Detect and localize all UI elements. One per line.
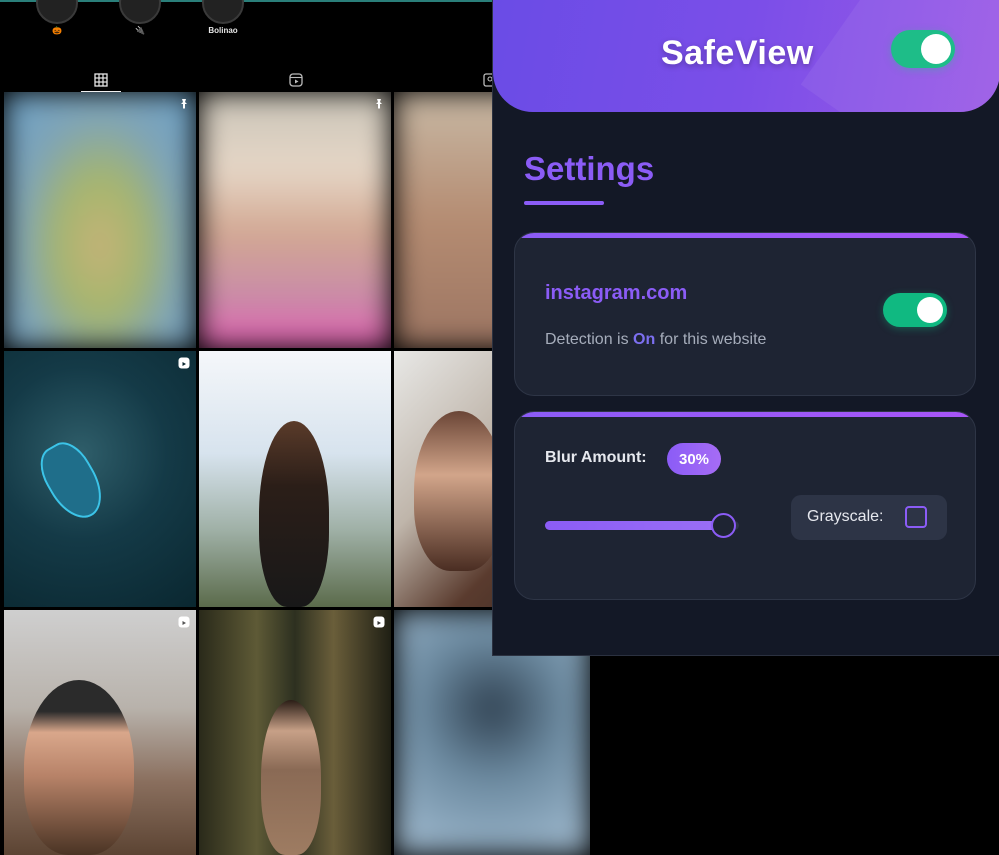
site-card: instagram.com Detection is On for this w… bbox=[514, 232, 976, 396]
toggle-knob bbox=[917, 297, 943, 323]
post-tile[interactable] bbox=[4, 610, 196, 855]
post-tile[interactable] bbox=[199, 92, 391, 348]
reels-icon bbox=[289, 73, 303, 87]
post-image bbox=[4, 351, 196, 607]
reel-badge-icon bbox=[178, 616, 190, 628]
popup-header: SafeView bbox=[493, 0, 999, 112]
detection-suffix: for this website bbox=[659, 331, 767, 348]
post-image-blurred bbox=[4, 92, 196, 348]
blur-amount-badge: 30% bbox=[667, 443, 721, 475]
pin-icon bbox=[376, 99, 382, 109]
post-tile[interactable] bbox=[4, 92, 196, 348]
screen: 🎃 🔌 Bolinao SafeView Settings instagram.… bbox=[0, 0, 999, 855]
blur-slider-fill bbox=[545, 521, 724, 530]
reel-badge-icon bbox=[178, 357, 190, 369]
post-tile[interactable] bbox=[199, 351, 391, 607]
grayscale-label: Grayscale: bbox=[807, 508, 884, 525]
highlight-item[interactable]: 🎃 bbox=[34, 0, 80, 35]
photo-subject bbox=[261, 700, 321, 855]
site-name: instagram.com bbox=[545, 282, 688, 304]
tab-posts[interactable] bbox=[81, 68, 121, 92]
pin-icon bbox=[181, 99, 187, 109]
grid-icon bbox=[94, 72, 108, 87]
highlight-item[interactable]: Bolinao bbox=[200, 0, 246, 35]
highlight-avatar bbox=[119, 0, 161, 24]
highlight-label: 🎃 bbox=[52, 26, 62, 35]
toggle-knob bbox=[921, 34, 951, 64]
post-image-blurred bbox=[199, 92, 391, 348]
photo-subject bbox=[259, 421, 329, 607]
blur-slider-track[interactable] bbox=[545, 521, 739, 530]
global-enable-toggle[interactable] bbox=[891, 30, 955, 68]
grayscale-option[interactable]: Grayscale: bbox=[791, 495, 947, 540]
detection-status: Detection is On for this website bbox=[545, 331, 766, 349]
app-title: SafeView bbox=[661, 34, 814, 72]
heading-underline bbox=[524, 201, 604, 205]
photo-subject bbox=[414, 411, 504, 571]
blur-slider-thumb[interactable] bbox=[711, 513, 737, 538]
photo-subject bbox=[24, 680, 134, 855]
reel-badge-icon bbox=[373, 616, 385, 628]
settings-heading: Settings bbox=[524, 150, 655, 187]
highlight-avatar bbox=[36, 0, 78, 24]
post-tile[interactable] bbox=[4, 351, 196, 607]
blur-settings-card: Blur Amount: 30% Grayscale: bbox=[514, 411, 976, 600]
highlight-label: 🔌 bbox=[135, 26, 145, 35]
detection-state: On bbox=[633, 331, 656, 348]
site-detection-toggle[interactable] bbox=[883, 293, 947, 327]
highlight-avatar bbox=[202, 0, 244, 24]
tab-reels[interactable] bbox=[276, 68, 316, 92]
safeview-popup: SafeView Settings instagram.com Detectio… bbox=[492, 0, 999, 656]
grayscale-checkbox[interactable] bbox=[905, 506, 927, 528]
post-tile[interactable] bbox=[199, 610, 391, 855]
blur-amount-label: Blur Amount: bbox=[545, 449, 647, 466]
detection-prefix: Detection is bbox=[545, 331, 629, 348]
highlight-item[interactable]: 🔌 bbox=[117, 0, 163, 35]
highlight-label: Bolinao bbox=[208, 26, 238, 35]
